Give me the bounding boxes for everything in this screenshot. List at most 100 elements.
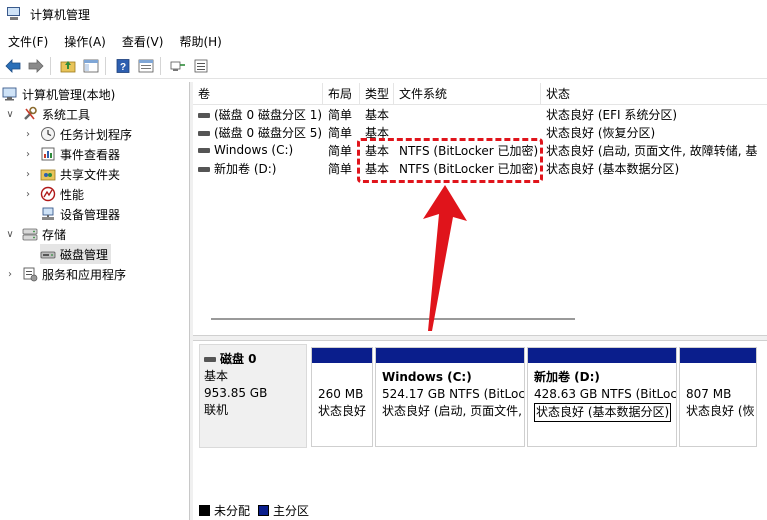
volume-status: 状态良好 (启动, 页面文件, 故障转储, 基: [546, 143, 758, 158]
tree-item-label: 性能: [60, 187, 85, 202]
up-folder-icon[interactable]: [58, 56, 78, 76]
navigation-tree: 计算机管理(本地) ∨ 系统工具 › 任务计划程序 › 事件查看器 › 共享文件…: [0, 82, 190, 520]
chevron-right-icon[interactable]: ›: [22, 129, 34, 140]
tree-item-disk-management[interactable]: 磁盘管理: [40, 244, 112, 264]
help-icon[interactable]: ?: [113, 56, 133, 76]
column-header-layout[interactable]: 布局: [323, 83, 360, 105]
svg-text:?: ?: [120, 62, 126, 73]
tree-item-performance[interactable]: › 性能: [22, 184, 84, 204]
partition-efi[interactable]: 260 MB 状态良好: [311, 347, 373, 447]
volume-status: 状态良好 (基本数据分区): [546, 161, 680, 176]
disk-state: 联机: [204, 403, 229, 417]
menu-file[interactable]: 文件(F): [0, 33, 56, 50]
disk-size: 953.85 GB: [204, 386, 268, 400]
volume-icon: [198, 166, 210, 172]
menu-view[interactable]: 查看(V): [114, 33, 172, 50]
storage-icon: [22, 226, 38, 242]
legend-swatch-primary: [258, 504, 270, 516]
tree-item-label: 存储: [42, 227, 67, 242]
partition-recovery[interactable]: 807 MB 状态良好 (恢: [679, 347, 757, 447]
partition-size: 524.17 GB NTFS (BitLoc: [382, 387, 524, 401]
menu-bar: 文件(F) 操作(A) 查看(V) 帮助(H): [0, 30, 230, 52]
annotation-arrow-icon: [423, 185, 467, 331]
toolbar-separator: [105, 56, 106, 75]
volume-layout: 简单: [328, 143, 353, 158]
computer-management-icon: [2, 86, 18, 102]
disk-type: 基本: [204, 369, 229, 383]
partition-windows-c[interactable]: Windows (C:) 524.17 GB NTFS (BitLoc 状态良好…: [375, 347, 525, 447]
partition-title: 新加卷 (D:): [534, 370, 600, 384]
tree-item-computer-management[interactable]: 计算机管理(本地): [2, 84, 115, 104]
tree-item-task-scheduler[interactable]: › 任务计划程序: [22, 124, 132, 144]
horizontal-scrollbar[interactable]: [211, 318, 575, 320]
volume-list-header: 卷 布局 类型 文件系统 状态: [193, 83, 767, 105]
legend-swatch-unallocated: [199, 504, 210, 516]
partition-new-volume-d[interactable]: 新加卷 (D:) 428.63 GB NTFS (BitLoc 状态良好 (基本…: [527, 347, 677, 447]
partition-size: 428.63 GB NTFS (BitLoc: [534, 387, 676, 401]
connect-icon[interactable]: [168, 56, 188, 76]
tree-item-label: 计算机管理(本地): [22, 87, 116, 102]
legend-label-unallocated: 未分配: [214, 503, 251, 518]
title-bar: 计算机管理: [0, 0, 767, 28]
tree-item-services-applications[interactable]: › 服务和应用程序: [4, 264, 126, 284]
chevron-right-icon[interactable]: ›: [4, 269, 16, 280]
volume-name: (磁盘 0 磁盘分区 5): [214, 125, 323, 140]
chevron-right-icon[interactable]: ›: [22, 189, 34, 200]
partition-bar: [528, 348, 676, 363]
column-header-type[interactable]: 类型: [360, 83, 394, 105]
volume-layout: 简单: [328, 107, 353, 122]
legend: 未分配 主分区: [199, 501, 317, 519]
volume-name: Windows (C:): [214, 143, 294, 157]
services-icon: [22, 266, 38, 282]
show-hide-tree-icon[interactable]: [81, 56, 101, 76]
back-arrow-icon[interactable]: [3, 56, 23, 76]
partition-title: Windows (C:): [382, 370, 472, 384]
column-header-volume[interactable]: 卷: [193, 83, 323, 105]
chevron-right-icon[interactable]: ›: [22, 149, 34, 160]
legend-label-primary: 主分区: [273, 503, 310, 518]
chevron-down-icon[interactable]: ∨: [4, 109, 16, 120]
column-header-status[interactable]: 状态: [541, 83, 767, 105]
tree-item-storage[interactable]: ∨ 存储: [4, 224, 66, 244]
export-list-icon[interactable]: [191, 56, 211, 76]
chevron-down-icon[interactable]: ∨: [4, 229, 16, 240]
volume-layout: 简单: [328, 125, 353, 140]
tools-icon: [22, 106, 38, 122]
tree-item-system-tools[interactable]: ∨ 系统工具: [4, 104, 90, 124]
partition-title: [318, 369, 368, 386]
disk-icon: [204, 357, 216, 362]
partition-size: 807 MB: [686, 387, 732, 401]
forward-arrow-icon[interactable]: [26, 56, 46, 76]
menu-action[interactable]: 操作(A): [56, 33, 114, 50]
disk-name: 磁盘 0: [220, 352, 257, 366]
chevron-right-icon[interactable]: ›: [22, 169, 34, 180]
window-title: 计算机管理: [30, 7, 91, 22]
tree-item-label: 磁盘管理: [60, 247, 109, 262]
partition-bar: [376, 348, 524, 363]
volume-row[interactable]: (磁盘 0 磁盘分区 1) 简单 基本 状态良好 (EFI 系统分区): [193, 105, 767, 123]
toolbar-separator: [50, 56, 51, 75]
tree-item-label: 任务计划程序: [60, 127, 133, 142]
device-manager-icon: [40, 206, 56, 222]
partition-status: 状态良好 (基本数据分区): [534, 403, 672, 422]
tree-item-shared-folders[interactable]: › 共享文件夹: [22, 164, 120, 184]
volume-icon: [198, 112, 210, 118]
disk-info-box[interactable]: 磁盘 0 基本 953.85 GB 联机: [199, 344, 307, 448]
toolbar-separator: [160, 56, 161, 75]
tree-item-label: 共享文件夹: [60, 167, 121, 182]
tree-item-label: 设备管理器: [60, 207, 121, 222]
column-header-filesystem[interactable]: 文件系统: [394, 83, 541, 105]
menu-help[interactable]: 帮助(H): [171, 33, 229, 50]
partition-status: 状态良好 (启动, 页面文件,: [382, 404, 522, 418]
tree-item-device-manager[interactable]: 设备管理器: [40, 204, 120, 224]
disk-management-icon: [40, 246, 56, 262]
tree-item-event-viewer[interactable]: › 事件查看器: [22, 144, 120, 164]
volume-layout: 简单: [328, 161, 353, 176]
volume-status: 状态良好 (EFI 系统分区): [546, 107, 678, 122]
volume-type: 基本: [365, 107, 390, 122]
properties-icon[interactable]: [136, 56, 156, 76]
pane-divider[interactable]: [193, 335, 767, 341]
toolbar: ?: [0, 53, 767, 79]
tree-item-label: 系统工具: [42, 107, 91, 122]
volume-icon: [198, 148, 210, 153]
